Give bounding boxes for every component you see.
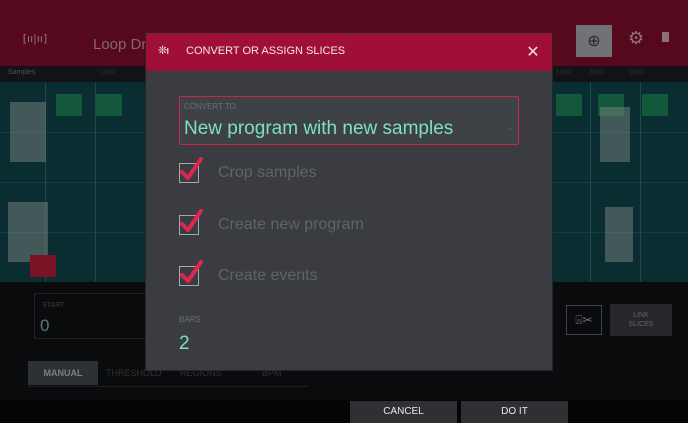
dialog-header: ❊ı CONVERT OR ASSIGN SLICES ✕ [146,33,552,71]
convert-to-value: New program with new samples [184,118,454,139]
crop-samples-label: Crop samples [218,164,317,181]
cancel-button[interactable]: CANCEL [350,401,457,423]
chevron-down-icon: ⌄ [506,123,514,133]
checkmark-icon [180,157,203,180]
footer-bar [0,400,688,423]
crop-samples-checkbox[interactable]: Crop samples [179,157,399,189]
create-new-program-label: Create new program [218,216,364,233]
dialog-title: CONVERT OR ASSIGN SLICES [186,45,346,57]
checkmark-icon [180,209,203,232]
bars-label: BARS [179,315,201,324]
slice-icon: ❊ı [158,44,169,57]
create-events-checkbox[interactable]: Create events [179,260,399,292]
convert-to-select[interactable]: CONVERT TO New program with new samples … [179,96,519,145]
do-it-button[interactable]: DO IT [461,401,568,423]
convert-slices-dialog: ❊ı CONVERT OR ASSIGN SLICES ✕ CONVERT TO… [146,33,552,370]
checkmark-icon [180,260,203,283]
create-new-program-checkbox[interactable]: Create new program [179,209,419,241]
create-events-label: Create events [218,267,318,284]
close-icon[interactable]: ✕ [522,41,544,63]
convert-to-label: CONVERT TO [184,102,236,111]
bars-value[interactable]: 2 [179,333,190,355]
